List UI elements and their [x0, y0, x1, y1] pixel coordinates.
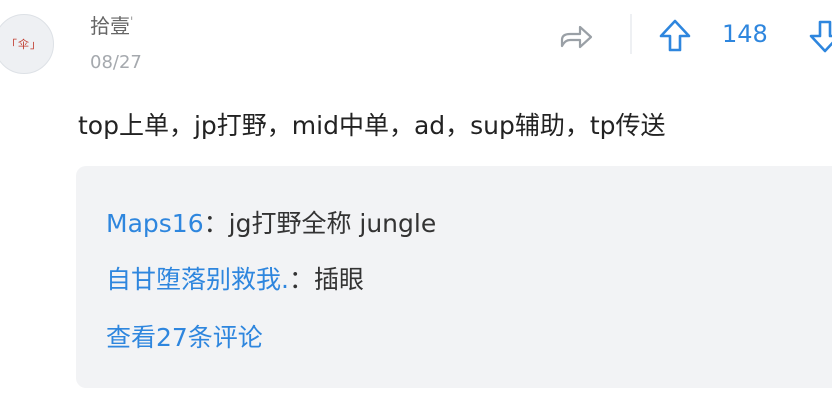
avatar[interactable]: 「伞」 [0, 14, 54, 74]
post-date: 08/27 [90, 52, 142, 73]
downvote-button[interactable] [808, 18, 832, 54]
reply-separator: ： [203, 209, 229, 238]
reply-author[interactable]: 自甘堕落别救我. [106, 265, 289, 294]
username[interactable]: 拾壹' [90, 10, 133, 39]
reply-author[interactable]: Maps16 [106, 209, 204, 238]
replies-box: Maps16：jg打野全称 jungle 自甘堕落别救我.：插眼 查看27条评论 [76, 166, 832, 388]
share-arrow-icon [560, 25, 593, 49]
arrow-down-icon [809, 20, 832, 53]
avatar-text: 「伞」 [6, 38, 42, 51]
view-more-replies-link[interactable]: 查看27条评论 [106, 318, 263, 354]
reply-item[interactable]: Maps16：jg打野全称 jungle [106, 204, 436, 240]
reply-separator: ： [288, 265, 314, 294]
comment-text: top上单，jp打野，mid中单，ad，sup辅助，tp传送 [78, 111, 666, 140]
upvote-button[interactable] [658, 18, 692, 54]
share-button[interactable] [558, 22, 594, 52]
vote-count: 148 [722, 20, 768, 48]
username-mark: ' [130, 14, 134, 29]
reply-item[interactable]: 自甘堕落别救我.：插眼 [106, 260, 364, 296]
reply-text: jg打野全称 jungle [228, 209, 437, 238]
username-text: 拾壹 [90, 14, 130, 38]
action-divider [630, 14, 632, 54]
arrow-up-icon [659, 19, 691, 52]
reply-text: 插眼 [313, 265, 364, 294]
